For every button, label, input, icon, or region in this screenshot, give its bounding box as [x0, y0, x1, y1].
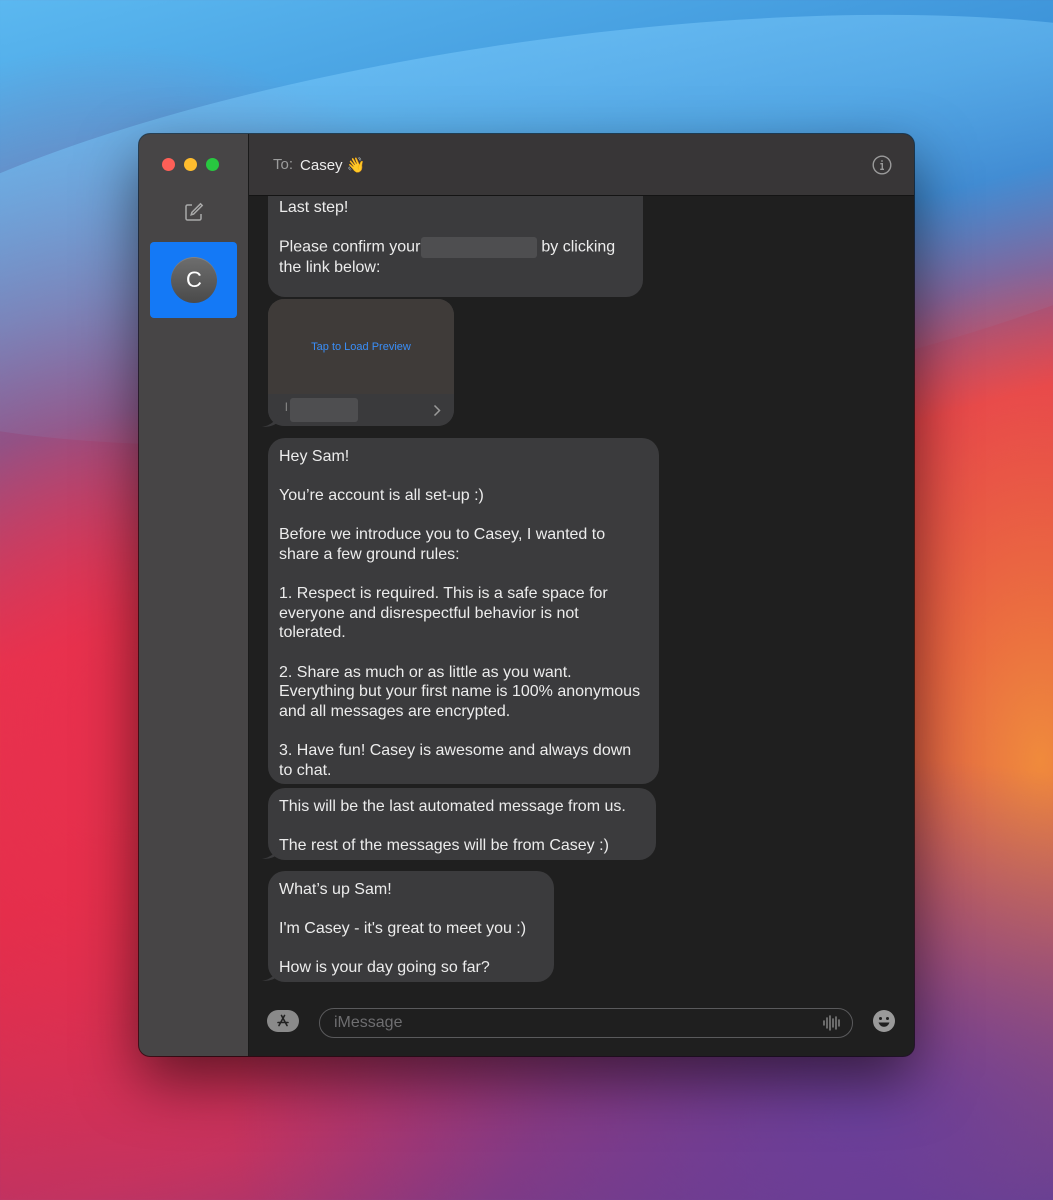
- input-placeholder: iMessage: [334, 1014, 403, 1031]
- message-text-line: Please confirm your by clicking: [279, 237, 629, 259]
- bubble-tail: [262, 968, 278, 981]
- message-bubble[interactable]: Hey Sam! You’re account is all set-up :)…: [268, 438, 659, 784]
- bubble-tail: [262, 414, 278, 427]
- compose-icon[interactable]: [183, 201, 205, 223]
- redacted-text: [421, 237, 538, 259]
- recipient-name[interactable]: Casey 👋: [300, 156, 365, 174]
- audio-waveform-icon[interactable]: [822, 1014, 842, 1032]
- close-button[interactable]: [162, 158, 175, 171]
- messages-window: C To: Casey 👋 Last step! Please confirm …: [139, 134, 914, 1056]
- message-bubble[interactable]: What’s up Sam! I'm Casey - it's great to…: [262, 871, 554, 982]
- message-text: This will be the last automated message …: [279, 798, 626, 855]
- to-label: To:: [273, 156, 294, 173]
- message-list: Last step! Please confirm your by clickin…: [249, 196, 914, 996]
- imessage-input[interactable]: iMessage: [319, 1008, 853, 1038]
- minimize-button[interactable]: [184, 158, 197, 171]
- conversation-item-casey[interactable]: C: [150, 242, 237, 318]
- message-bubble[interactable]: This will be the last automated message …: [262, 788, 656, 860]
- link-preview-card[interactable]: Tap to Load Preview l: [268, 299, 454, 426]
- message-text: by clicking: [541, 238, 616, 256]
- message-text: the link below:: [279, 259, 381, 277]
- preview-domain-initial: l: [285, 400, 288, 414]
- tap-to-load-preview-link[interactable]: Tap to Load Preview: [311, 341, 411, 353]
- app-store-icon[interactable]: [267, 1010, 299, 1032]
- message-text: Last step!: [279, 199, 349, 216]
- conversation-header: To: Casey 👋: [249, 134, 914, 196]
- emoji-icon[interactable]: [872, 1009, 896, 1033]
- chevron-right-icon: [433, 404, 441, 417]
- avatar: C: [171, 257, 217, 303]
- message-text: What’s up Sam! I'm Casey - it's great to…: [279, 881, 527, 977]
- composer-bar: iMessage: [249, 996, 914, 1056]
- sidebar: C: [139, 134, 249, 1056]
- message-text: Please confirm your: [279, 238, 421, 256]
- preview-footer: l: [268, 394, 454, 426]
- message-bubble[interactable]: Last step! Please confirm your by clickin…: [268, 196, 643, 297]
- message-text: Hey Sam! You’re account is all set-up :)…: [279, 448, 641, 779]
- window-controls: [162, 158, 219, 171]
- redacted-domain: [290, 398, 358, 422]
- bubble-tail: [262, 846, 278, 859]
- info-icon[interactable]: [872, 155, 892, 175]
- zoom-button[interactable]: [206, 158, 219, 171]
- preview-image-area: Tap to Load Preview: [268, 299, 454, 394]
